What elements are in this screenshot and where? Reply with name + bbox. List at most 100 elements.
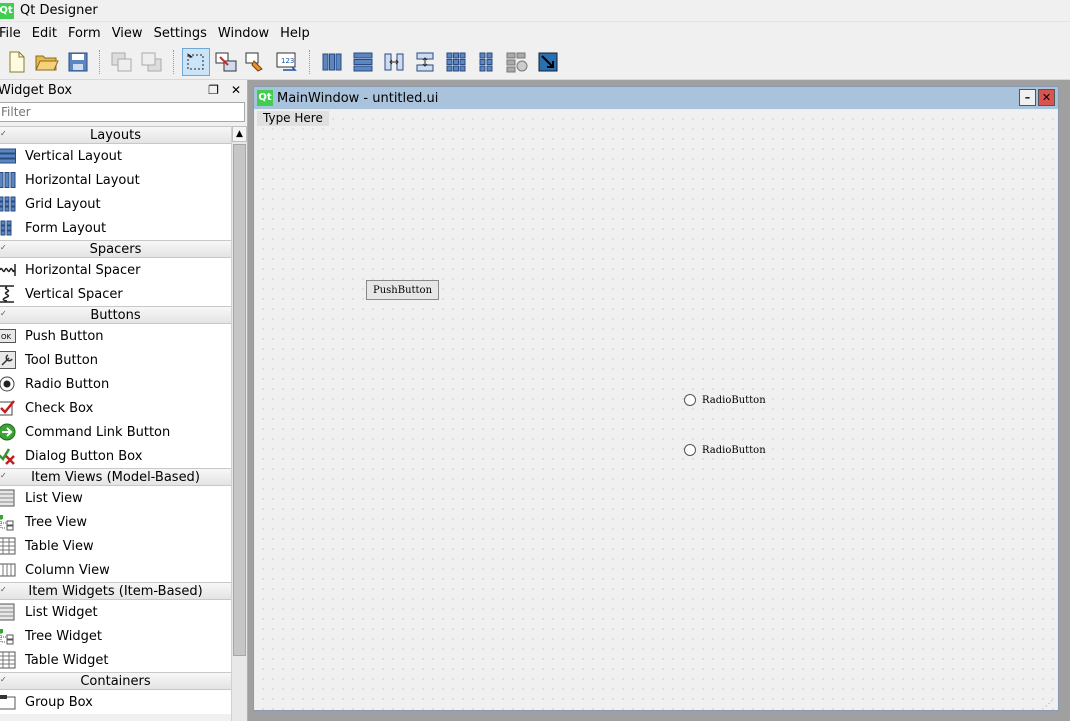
widget-item-label: Check Box bbox=[25, 400, 94, 416]
widget-item-label: Vertical Spacer bbox=[25, 286, 123, 302]
widget-item[interactable]: OK Push Button bbox=[0, 324, 231, 348]
save-icon[interactable] bbox=[64, 48, 92, 76]
layout-horizontal-splitter-icon[interactable] bbox=[380, 48, 408, 76]
resize-grip-icon[interactable]: ⋰ bbox=[1045, 699, 1053, 708]
group-box-icon bbox=[0, 693, 16, 711]
widget-item[interactable]: Command Link Button bbox=[0, 420, 231, 444]
minimize-icon[interactable]: – bbox=[1019, 89, 1036, 106]
edit-widgets-icon[interactable] bbox=[182, 48, 210, 76]
widget-item[interactable]: Check Box bbox=[0, 396, 231, 420]
category-label: Layouts bbox=[90, 127, 141, 143]
layout-grid-icon[interactable] bbox=[442, 48, 470, 76]
list-view-icon bbox=[0, 489, 16, 507]
close-icon[interactable]: ✕ bbox=[1038, 89, 1055, 106]
form-subwindow: Qt MainWindow - untitled.ui – ✕ Type Her… bbox=[253, 86, 1059, 711]
widget-item-label: Column View bbox=[25, 562, 110, 578]
widget-item[interactable]: Column View bbox=[0, 558, 231, 582]
widget-list: ✓ Layouts Vertical Layout Horizontal Layo… bbox=[0, 126, 231, 721]
widget-item-label: Command Link Button bbox=[25, 424, 171, 440]
svg-text:OK: OK bbox=[1, 333, 12, 341]
category-item-views[interactable]: ✓ Item Views (Model-Based) bbox=[0, 468, 231, 486]
widget-item[interactable]: Tree View bbox=[0, 510, 231, 534]
layout-form-icon[interactable] bbox=[472, 48, 500, 76]
widget-filter-input[interactable] bbox=[0, 102, 245, 122]
widget-item[interactable]: List Widget bbox=[0, 600, 231, 624]
push-button-widget[interactable]: PushButton bbox=[366, 280, 439, 300]
widget-item[interactable]: Grid Layout bbox=[0, 192, 231, 216]
category-label: Spacers bbox=[89, 241, 142, 257]
widget-item-label: List View bbox=[25, 490, 83, 506]
menu-settings[interactable]: Settings bbox=[154, 26, 213, 41]
tree-view-icon bbox=[0, 513, 16, 531]
edit-signals-slots-icon[interactable] bbox=[212, 48, 240, 76]
open-folder-icon[interactable] bbox=[33, 48, 61, 76]
menu-view[interactable]: View bbox=[112, 26, 149, 41]
widget-item[interactable]: Radio Button bbox=[0, 372, 231, 396]
radio-button-widget[interactable]: RadioButton bbox=[684, 394, 766, 406]
widget-item[interactable]: Vertical Spacer bbox=[0, 282, 231, 306]
widget-box-scrollbar[interactable]: ▲ bbox=[231, 126, 247, 721]
widget-item-label: Vertical Layout bbox=[25, 148, 122, 164]
close-dock-icon[interactable]: ✕ bbox=[231, 83, 241, 97]
widget-item[interactable]: Tree Widget bbox=[0, 624, 231, 648]
tree-widget-icon bbox=[0, 627, 16, 645]
widget-item-label: Horizontal Layout bbox=[25, 172, 140, 188]
widget-item[interactable]: Horizontal Spacer bbox=[0, 258, 231, 282]
radio-button-widget[interactable]: RadioButton bbox=[684, 444, 766, 456]
layout-vertical-icon[interactable] bbox=[349, 48, 377, 76]
category-spacers[interactable]: ✓ Spacers bbox=[0, 240, 231, 258]
widget-item[interactable]: Group Box bbox=[0, 690, 231, 714]
radio-button-label: RadioButton bbox=[702, 394, 766, 406]
widget-item-label: Horizontal Spacer bbox=[25, 262, 141, 278]
layout-vertical-splitter-icon[interactable] bbox=[411, 48, 439, 76]
form-window-titlebar[interactable]: Qt MainWindow - untitled.ui – ✕ bbox=[254, 87, 1058, 109]
qt-logo-icon: Qt bbox=[257, 90, 273, 106]
widget-item[interactable]: Horizontal Layout bbox=[0, 168, 231, 192]
widget-item[interactable]: List View bbox=[0, 486, 231, 510]
command-link-icon bbox=[0, 423, 16, 441]
type-here-menu-placeholder[interactable]: Type Here bbox=[257, 111, 329, 126]
category-layouts[interactable]: ✓ Layouts bbox=[0, 126, 231, 144]
menu-edit[interactable]: Edit bbox=[32, 26, 63, 41]
category-buttons[interactable]: ✓ Buttons bbox=[0, 306, 231, 324]
widget-item[interactable]: Vertical Layout bbox=[0, 144, 231, 168]
adjust-size-icon[interactable] bbox=[534, 48, 562, 76]
widget-item[interactable]: Dialog Button Box bbox=[0, 444, 231, 468]
menu-file[interactable]: File bbox=[0, 26, 27, 41]
widget-item[interactable]: Form Layout bbox=[0, 216, 231, 240]
send-to-back-icon[interactable] bbox=[108, 48, 136, 76]
scroll-up-icon[interactable]: ▲ bbox=[232, 126, 247, 142]
menu-window[interactable]: Window bbox=[218, 26, 275, 41]
bring-to-front-icon[interactable] bbox=[138, 48, 166, 76]
widget-item[interactable]: Table View bbox=[0, 534, 231, 558]
menu-help[interactable]: Help bbox=[280, 26, 316, 41]
float-dock-icon[interactable]: ❐ bbox=[208, 83, 219, 97]
widget-item[interactable]: Tool Button bbox=[0, 348, 231, 372]
edit-buddies-icon[interactable] bbox=[242, 48, 270, 76]
vertical-layout-icon bbox=[0, 147, 16, 165]
new-file-icon[interactable] bbox=[2, 48, 30, 76]
form-layout-icon bbox=[0, 219, 16, 237]
toolbar-separator bbox=[99, 50, 100, 74]
list-widget-icon bbox=[0, 603, 16, 621]
category-item-widgets[interactable]: ✓ Item Widgets (Item-Based) bbox=[0, 582, 231, 600]
radio-circle-icon bbox=[684, 394, 696, 406]
edit-tab-order-icon[interactable]: 123 bbox=[273, 48, 301, 76]
toolbar-separator bbox=[309, 50, 310, 74]
category-label: Item Widgets (Item-Based) bbox=[28, 583, 203, 599]
app-titlebar: Qt Qt Designer bbox=[0, 0, 1070, 22]
collapse-caret-icon: ✓ bbox=[0, 243, 7, 252]
widget-item[interactable]: Table Widget bbox=[0, 648, 231, 672]
menu-form[interactable]: Form bbox=[68, 26, 107, 41]
tool-button-icon bbox=[0, 351, 16, 369]
widget-item-label: Grid Layout bbox=[25, 196, 101, 212]
form-canvas[interactable]: Type Here PushButton RadioButton RadioBu… bbox=[255, 110, 1057, 710]
scrollbar-thumb[interactable] bbox=[233, 144, 246, 656]
break-layout-icon[interactable] bbox=[503, 48, 531, 76]
svg-text:123: 123 bbox=[281, 57, 294, 65]
widget-box-header: Widget Box ❐ ✕ bbox=[0, 80, 247, 100]
category-containers[interactable]: ✓ Containers bbox=[0, 672, 231, 690]
radio-button-label: RadioButton bbox=[702, 444, 766, 456]
vertical-spacer-icon bbox=[0, 285, 16, 303]
layout-horizontal-icon[interactable] bbox=[318, 48, 346, 76]
